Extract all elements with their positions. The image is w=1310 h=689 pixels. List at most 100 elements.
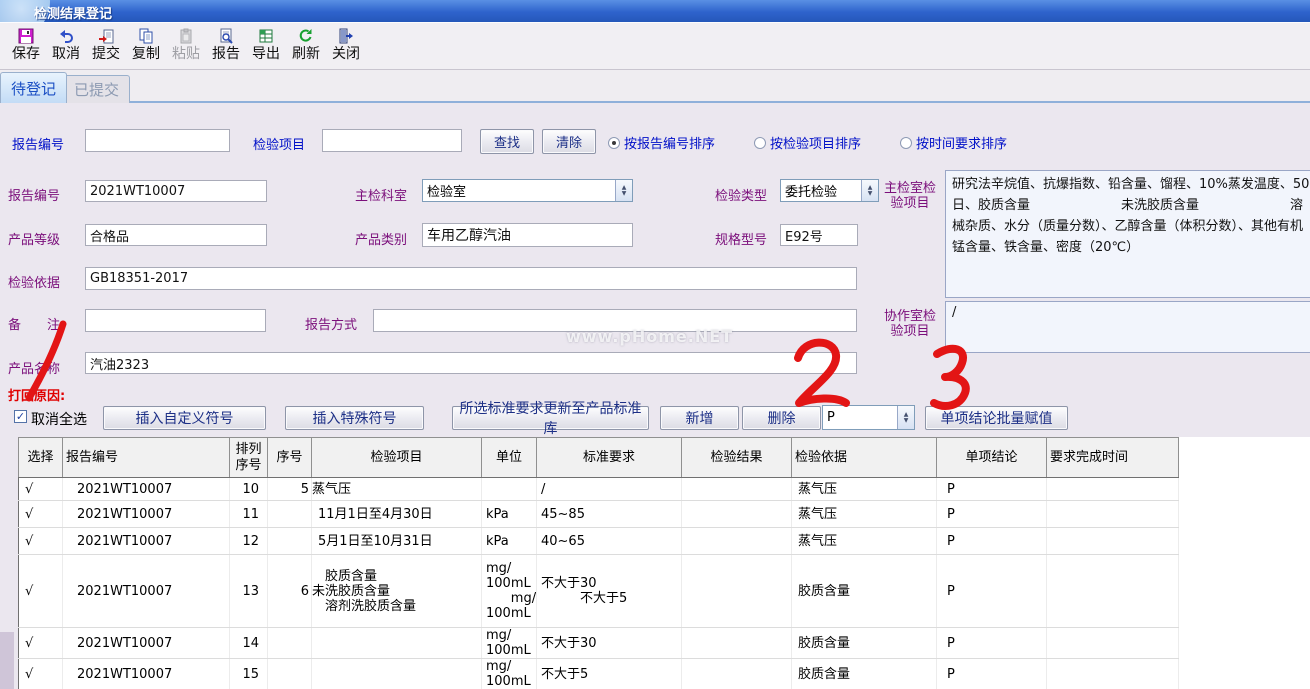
search-item-label: 检验项目 (253, 134, 305, 153)
col-report-no: 报告编号 (63, 438, 230, 478)
product-category-field[interactable] (422, 223, 633, 247)
inspect-type-combo[interactable]: 委托检验 ▲▼ (780, 179, 879, 202)
close-button[interactable]: 关闭 (326, 26, 366, 68)
table-row[interactable]: √ 2021WT10007 12 5月1日至10月31日 kPa 40~65 蒸… (19, 528, 1179, 555)
delete-row-button[interactable]: 删除 (742, 406, 821, 430)
col-conclusion: 单项结论 (937, 438, 1047, 478)
results-grid: 选择 报告编号 排列序号 序号 检验项目 单位 标准要求 检验结果 检验依据 单… (18, 437, 1310, 689)
window-title: 检测结果登记 (34, 3, 112, 22)
combo-spinner-icon[interactable]: ▲▼ (861, 180, 878, 201)
table-row[interactable]: √ 2021WT10007 14 mg/ 100mL 不大于30 胶质含量 P (19, 628, 1179, 659)
undo-icon (58, 26, 74, 45)
tab-pending[interactable]: 待登记 (0, 72, 67, 103)
tab-strip: 待登记 已提交 (0, 70, 1310, 103)
paste-button: 粘贴 (166, 26, 206, 68)
title-bar: 检测结果登记 (0, 0, 1310, 22)
cell-select[interactable]: √ (19, 628, 63, 659)
tab-submitted[interactable]: 已提交 (63, 75, 130, 103)
radio-icon (754, 137, 766, 149)
report-button[interactable]: 报告 (206, 26, 246, 68)
col-basis: 检验依据 (792, 438, 937, 478)
product-grade-field[interactable] (85, 224, 267, 246)
coop-lab-items-label: 协作室检 验项目 (878, 309, 942, 339)
col-standard: 标准要求 (537, 438, 682, 478)
save-button[interactable]: 保存 (6, 26, 46, 68)
uncheck-all-checkbox[interactable]: ✓ (14, 410, 27, 423)
report-no-label: 报告编号 (8, 185, 60, 204)
scrollbar-corner (0, 632, 14, 689)
search-report-no-label: 报告编号 (12, 134, 64, 153)
table-row[interactable]: √ 2021WT10007 11 11月1日至4月30日 kPa 45~85 蒸… (19, 501, 1179, 528)
insert-custom-symbol-button[interactable]: 插入自定义符号 (103, 406, 266, 430)
copy-icon (138, 26, 154, 45)
combo-spinner-icon[interactable]: ▲▼ (615, 180, 632, 201)
inspect-basis-label: 检验依据 (8, 272, 60, 291)
col-result: 检验结果 (682, 438, 792, 478)
close-icon (338, 26, 354, 45)
submit-button[interactable]: 提交 (86, 26, 126, 68)
export-icon (258, 26, 274, 45)
grid-header-row: 选择 报告编号 排列序号 序号 检验项目 单位 标准要求 检验结果 检验依据 单… (19, 438, 1179, 478)
col-seq-no: 序号 (268, 438, 312, 478)
main-dept-combo[interactable]: 检验室 ▲▼ (422, 179, 633, 202)
sort-by-report-no-radio[interactable]: 按报告编号排序 (608, 133, 715, 152)
main-lab-items-label: 主检室检 验项目 (878, 181, 942, 211)
table-row[interactable]: √ 2021WT10007 13 6 胶质含量 未洗胶质含量 溶剂洗胶质含量 m… (19, 555, 1179, 628)
update-standard-button[interactable]: 所选标准要求更新至产品标准库 (452, 406, 649, 430)
report-no-field[interactable] (85, 180, 267, 202)
batch-assign-button[interactable]: 单项结论批量赋值 (925, 406, 1068, 430)
coop-lab-items-panel[interactable]: / (945, 301, 1310, 353)
paste-icon (178, 26, 194, 45)
watermark: www.pHome.NET (566, 327, 733, 346)
undo-button[interactable]: 取消 (46, 26, 86, 68)
cell-select[interactable]: √ (19, 555, 63, 628)
app-window: 检测结果登记 保存 取消 提交 复制 粘贴 (0, 0, 1310, 689)
toolbar: 保存 取消 提交 复制 粘贴 报告 (0, 22, 1310, 70)
find-button[interactable]: 查找 (480, 129, 534, 154)
sort-by-time-radio[interactable]: 按时间要求排序 (900, 133, 1007, 152)
conclusion-combo[interactable]: P ▲▼ (822, 405, 915, 430)
uncheck-all-label: 取消全选 (31, 409, 87, 429)
search-report-no-input[interactable] (85, 129, 230, 152)
submit-icon (98, 26, 114, 45)
col-order-no: 排列序号 (230, 438, 268, 478)
spec-model-field[interactable] (780, 224, 858, 246)
spec-model-label: 规格型号 (715, 229, 767, 248)
product-name-field[interactable] (85, 352, 857, 374)
insert-special-symbol-button[interactable]: 插入特殊符号 (285, 406, 424, 430)
cell-select[interactable]: √ (19, 501, 63, 528)
refresh-icon (298, 26, 314, 45)
inspect-basis-field[interactable] (85, 267, 857, 290)
table-row[interactable]: √ 2021WT10007 10 5 蒸气压 / 蒸气压 P (19, 478, 1179, 501)
red-mark-3 (934, 349, 966, 406)
product-grade-label: 产品等级 (8, 229, 60, 248)
remark-label: 备 注 (8, 314, 60, 333)
sort-by-item-radio[interactable]: 按检验项目排序 (754, 133, 861, 152)
col-due-time: 要求完成时间 (1047, 438, 1179, 478)
report-icon (218, 26, 234, 45)
export-button[interactable]: 导出 (246, 26, 286, 68)
cell-select[interactable]: √ (19, 659, 63, 689)
refresh-button[interactable]: 刷新 (286, 26, 326, 68)
clear-button[interactable]: 清除 (542, 129, 596, 154)
main-dept-label: 主检科室 (355, 185, 407, 204)
main-lab-items-panel[interactable]: 研究法辛烷值、抗爆指数、铅含量、馏程、10%蒸发温度、50%蒸 日、胶质含量 未… (945, 170, 1310, 298)
inspect-type-label: 检验类型 (715, 185, 767, 204)
radio-icon (608, 137, 620, 149)
cell-select[interactable]: √ (19, 478, 63, 501)
col-item: 检验项目 (312, 438, 482, 478)
cell-select[interactable]: √ (19, 528, 63, 555)
col-unit: 单位 (482, 438, 537, 478)
report-method-label: 报告方式 (305, 314, 357, 333)
add-row-button[interactable]: 新增 (660, 406, 739, 430)
radio-icon (900, 137, 912, 149)
remark-field[interactable] (85, 309, 266, 332)
reject-reason-label: 打回原因: (8, 385, 65, 404)
copy-button[interactable]: 复制 (126, 26, 166, 68)
product-name-label: 产品名称 (8, 358, 60, 377)
save-icon (18, 26, 34, 45)
search-item-input[interactable] (322, 129, 462, 152)
combo-spinner-icon[interactable]: ▲▼ (897, 406, 914, 429)
col-select: 选择 (19, 438, 63, 478)
table-row[interactable]: √ 2021WT10007 15 mg/ 100mL 不大于5 胶质含量 P (19, 659, 1179, 689)
